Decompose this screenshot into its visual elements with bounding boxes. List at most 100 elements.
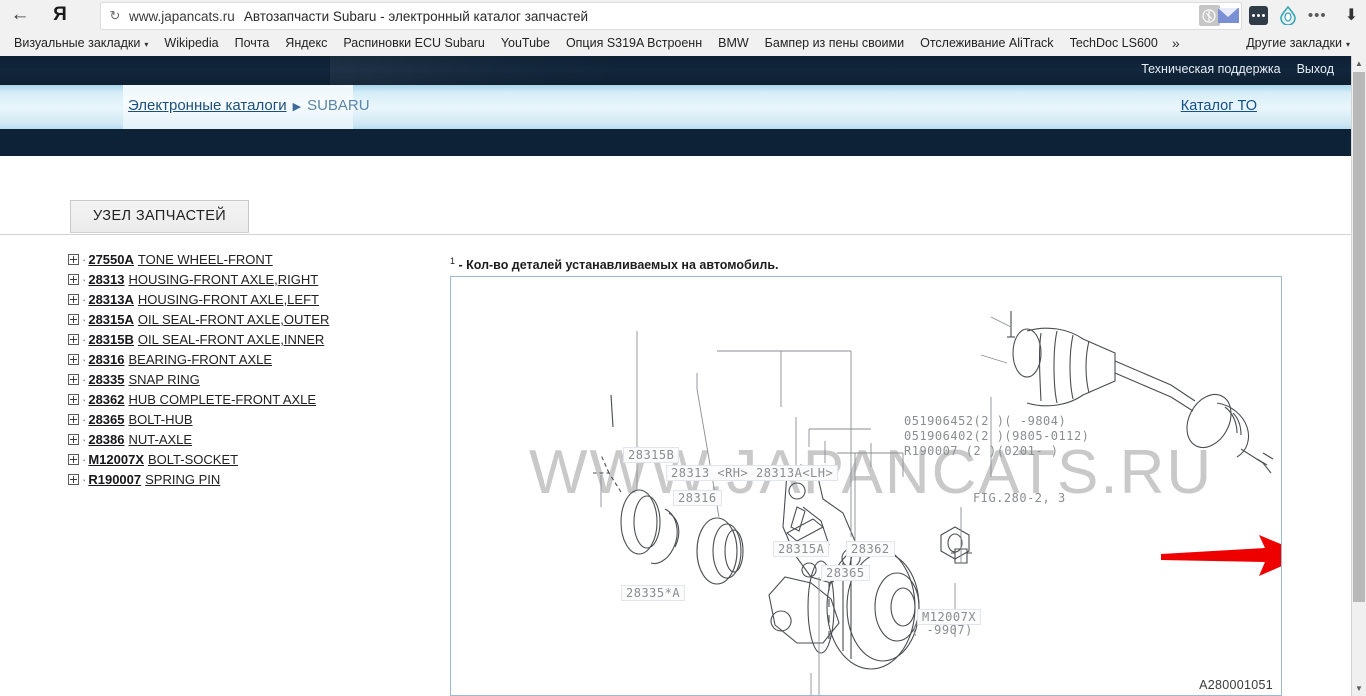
scroll-up-arrow-icon[interactable]: ▲ (1352, 56, 1366, 71)
bookmark-item[interactable]: BMW (710, 36, 757, 50)
site-breadcrumb-bar: Электронные каталоги ▶ SUBARU Каталог ТО (0, 85, 1352, 129)
part-code[interactable]: 28365 (88, 412, 124, 427)
address-bar[interactable]: ↻ www.japancats.ru Автозапчасти Subaru -… (100, 2, 1242, 30)
part-list-item[interactable]: · 28386 NUT-AXLE (68, 432, 428, 452)
bookmark-item[interactable]: Бампер из пены своими (757, 36, 912, 50)
part-list-item[interactable]: · 28315B OIL SEAL-FRONT AXLE,INNER (68, 332, 428, 352)
part-description[interactable]: NUT-AXLE (129, 432, 193, 447)
part-description[interactable]: OIL SEAL-FRONT AXLE,INNER (138, 332, 324, 347)
page-scrollbar[interactable]: ▲ ▼ (1351, 56, 1366, 696)
part-list-item[interactable]: · 28313A HOUSING-FRONT AXLE,LEFT (68, 292, 428, 312)
support-link[interactable]: Техническая поддержка (1141, 62, 1280, 76)
part-code[interactable]: 27550A (88, 252, 134, 267)
quantity-note: 1 - Кол-во деталей устанавливаемых на ав… (450, 256, 779, 272)
expand-plus-icon[interactable] (68, 414, 79, 425)
breadcrumb-current: SUBARU (307, 97, 370, 114)
browser-menu-icon[interactable]: ••• (1308, 7, 1327, 24)
note-text: - Кол-во деталей устанавливаемых на авто… (455, 258, 779, 273)
tree-dot-icon: · (82, 332, 87, 347)
bookmark-item[interactable]: YouTube (493, 36, 558, 50)
expand-plus-icon[interactable] (68, 354, 79, 365)
part-description[interactable]: BOLT-HUB (129, 412, 193, 427)
part-code[interactable]: 28313A (88, 292, 134, 307)
diagram-part-label: 28315B (623, 447, 680, 463)
part-list-item[interactable]: · 28365 BOLT-HUB (68, 412, 428, 432)
expand-plus-icon[interactable] (68, 474, 79, 485)
part-description[interactable]: BEARING-FRONT AXLE (129, 352, 273, 367)
part-code[interactable]: 28362 (88, 392, 124, 407)
bookmark-item[interactable]: Яндекс (277, 36, 335, 50)
tab-parts-node[interactable]: УЗЕЛ ЗАПЧАСТЕЙ (70, 200, 250, 233)
part-code[interactable]: M12007X (88, 452, 144, 467)
scroll-down-arrow-icon[interactable]: ▼ (1352, 681, 1366, 696)
tree-dot-icon: · (82, 292, 87, 307)
expand-plus-icon[interactable] (68, 394, 79, 405)
reload-icon[interactable]: ↻ (101, 8, 129, 24)
part-list-item[interactable]: · M12007X BOLT-SOCKET (68, 452, 428, 472)
expand-plus-icon[interactable] (68, 374, 79, 385)
part-description[interactable]: HOUSING-FRONT AXLE,LEFT (138, 292, 319, 307)
diagram-part-label: 28365 (821, 565, 870, 581)
part-list-item[interactable]: · 27550A TONE WHEEL-FRONT (68, 252, 428, 272)
part-description[interactable]: OIL SEAL-FRONT AXLE,OUTER (138, 312, 329, 327)
red-arrow-annotation (1161, 535, 1281, 576)
part-code[interactable]: R190007 (88, 472, 141, 487)
other-bookmarks-button[interactable]: Другие закладки ▾ (1238, 36, 1358, 50)
bookmark-item[interactable]: Wikipedia (156, 36, 226, 50)
bookmark-label: TechDoc LS600 (1069, 36, 1158, 50)
yandex-logo-icon[interactable]: Я (40, 0, 80, 30)
other-bookmarks-label: Другие закладки (1246, 36, 1342, 50)
part-list-item[interactable]: · R190007 SPRING PIN (68, 472, 428, 492)
part-code[interactable]: 28315A (88, 312, 134, 327)
part-description[interactable]: BOLT-SOCKET (148, 452, 238, 467)
bookmarks-overflow-icon[interactable]: » (1166, 35, 1186, 51)
bookmark-item[interactable]: Опция S319A Встроенн (558, 36, 710, 50)
bookmark-item[interactable]: Распиновки ECU Subaru (335, 36, 492, 50)
parts-diagram[interactable]: WWW.JAPANCATS.RU 28315B 28313 <RH> 28313… (450, 276, 1282, 696)
diagram-part-label: 28313 <RH> 28313A<LH> (666, 465, 839, 481)
water-drop-icon[interactable] (1278, 5, 1298, 26)
part-description[interactable]: TONE WHEEL-FRONT (138, 252, 273, 267)
part-code[interactable]: 28335 (88, 372, 124, 387)
bookmark-item[interactable]: TechDoc LS600 (1062, 36, 1166, 50)
expand-plus-icon[interactable] (68, 314, 79, 325)
part-code[interactable]: 28313 (88, 272, 124, 287)
expand-plus-icon[interactable] (68, 434, 79, 445)
bookmark-label: Бампер из пены своими (764, 36, 905, 50)
tree-dot-icon: · (82, 272, 87, 287)
part-list-item[interactable]: · 28315A OIL SEAL-FRONT AXLE,OUTER (68, 312, 428, 332)
expand-plus-icon[interactable] (68, 274, 79, 285)
scrollbar-thumb[interactable] (1353, 72, 1365, 602)
diagram-part-label: 28335*A (621, 585, 686, 601)
part-description[interactable]: SPRING PIN (145, 472, 220, 487)
expand-plus-icon[interactable] (68, 454, 79, 465)
part-code[interactable]: 28316 (88, 352, 124, 367)
part-code[interactable]: 28386 (88, 432, 124, 447)
catalog-to-link[interactable]: Каталог ТО (1181, 98, 1257, 114)
part-list-item[interactable]: · 28313 HOUSING-FRONT AXLE,RIGHT (68, 272, 428, 292)
mail-icon[interactable] (1217, 7, 1239, 23)
part-list-item[interactable]: · 28335 SNAP RING (68, 372, 428, 392)
part-description[interactable]: HOUSING-FRONT AXLE,RIGHT (129, 272, 319, 287)
expand-plus-icon[interactable] (68, 334, 79, 345)
part-description[interactable]: SNAP RING (129, 372, 200, 387)
notes-extension-icon[interactable] (1248, 5, 1268, 25)
expand-plus-icon[interactable] (68, 294, 79, 305)
expand-plus-icon[interactable] (68, 254, 79, 265)
logout-link[interactable]: Выход (1297, 62, 1334, 76)
bookmark-item[interactable]: Почта (227, 36, 278, 50)
diagram-part-label: 28362 (846, 541, 895, 557)
bookmark-item[interactable]: Визуальные закладки ▾ (6, 36, 156, 50)
part-code[interactable]: 28315B (88, 332, 134, 347)
bookmark-item[interactable]: Отслеживание AliTrack (912, 36, 1061, 50)
browser-extension-actions: ••• ⬇ (1217, 0, 1358, 30)
part-list-item[interactable]: · 28316 BEARING-FRONT AXLE (68, 352, 428, 372)
part-list-item[interactable]: · 28362 HUB COMPLETE-FRONT AXLE (68, 392, 428, 412)
back-icon[interactable]: ← (0, 0, 40, 30)
breadcrumb-root-link[interactable]: Электронные каталоги (128, 97, 287, 114)
download-icon[interactable]: ⬇ (1345, 5, 1358, 25)
breadcrumb-separator-icon: ▶ (292, 101, 302, 113)
shield-icon[interactable] (1198, 5, 1220, 26)
parts-list: · 27550A TONE WHEEL-FRONT · 28313 HOUSING-FRO… (68, 252, 428, 492)
part-description[interactable]: HUB COMPLETE-FRONT AXLE (129, 392, 317, 407)
